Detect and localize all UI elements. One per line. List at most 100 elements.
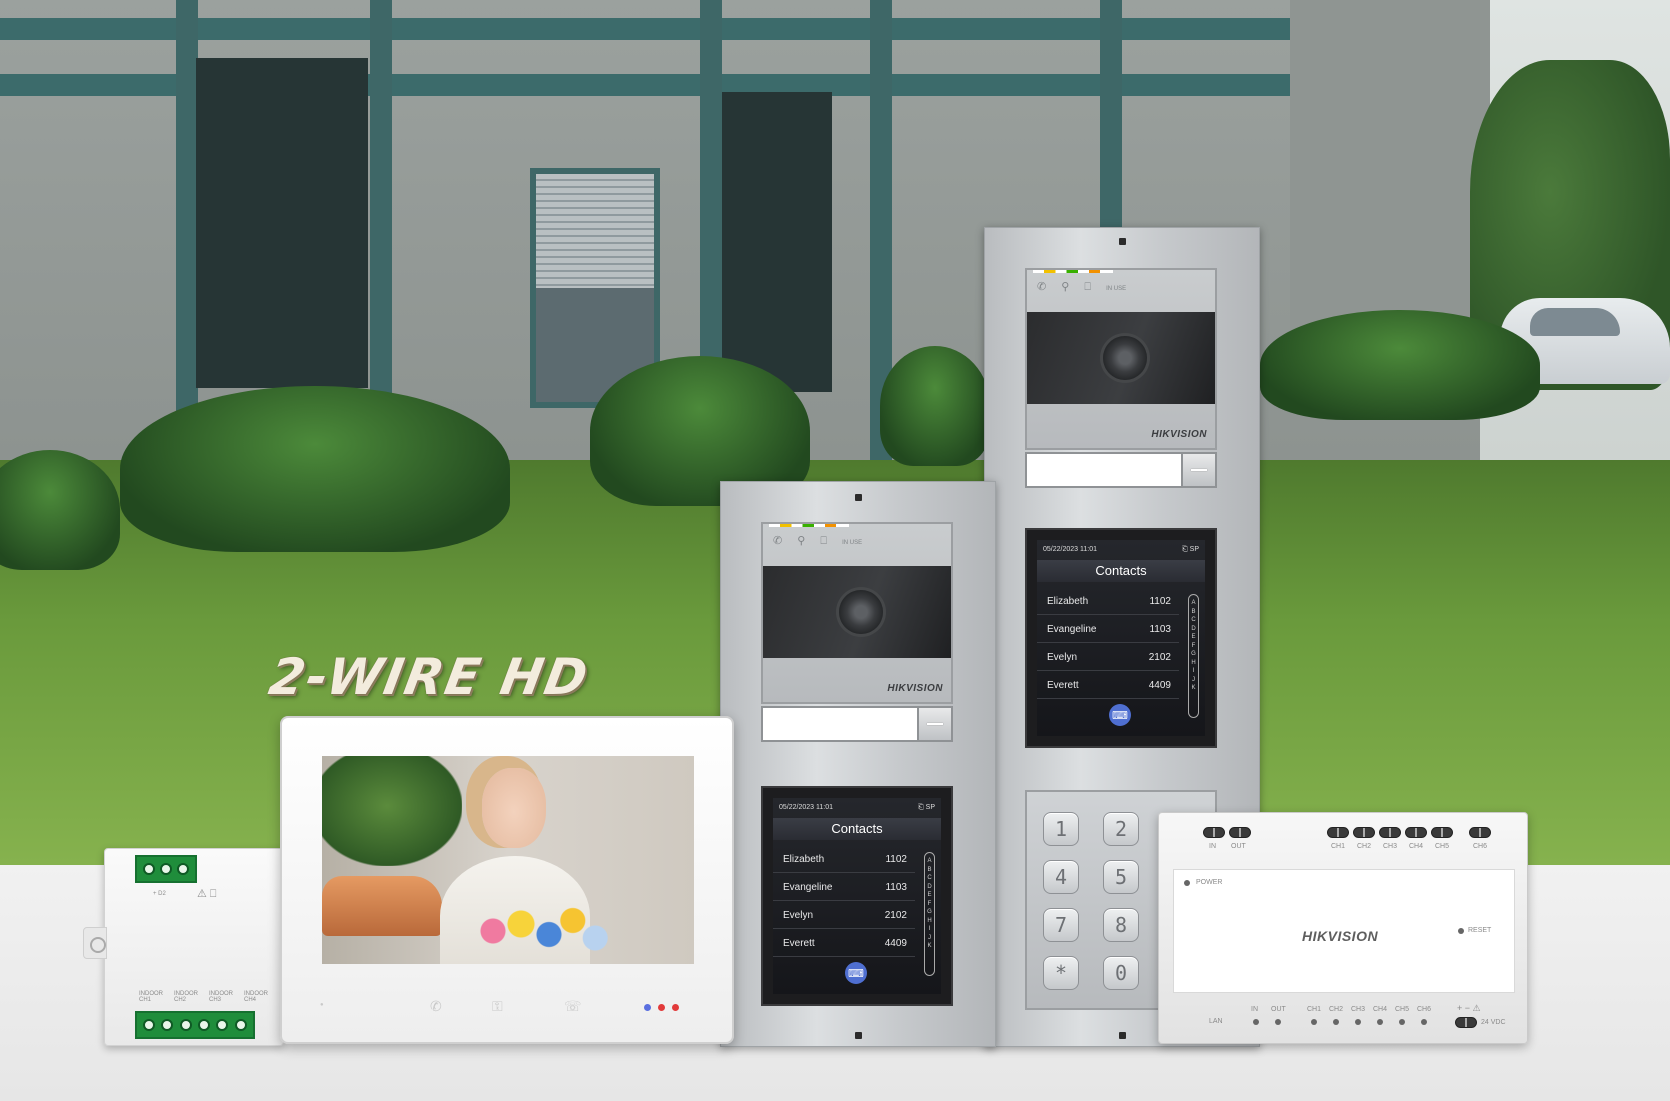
call-button[interactable] [1181,454,1215,486]
channel-led [1399,1019,1405,1025]
alpha-letter: E [1191,634,1196,640]
contacts-screen: 05/22/2023 11:01 ⎗ SP Contacts Elizabeth… [773,798,941,994]
microphone-dot-icon: ● [320,1002,324,1008]
warning-icon: ⚠ ⎕ [197,888,217,900]
polarity-icon: + − ⚠ [1457,1003,1481,1013]
lcd-datetime: 05/22/2023 11:01 [779,804,833,811]
alpha-letter: I [928,926,931,932]
contact-row[interactable]: Elizabeth 1102 [773,846,915,873]
contact-number: 1103 [885,882,907,893]
dip-switch[interactable] [1203,827,1225,838]
camera-window [763,566,951,658]
port-label: IN [1251,1006,1258,1013]
channel-label: CH5 [1435,843,1450,850]
channel-switch[interactable] [1327,827,1349,838]
contact-row[interactable]: Evangeline 1103 [773,874,915,901]
key-star[interactable]: * [1043,956,1079,990]
alpha-letter: J [928,934,931,941]
contact-number: 1102 [885,854,907,865]
key-5[interactable]: 5 [1103,860,1139,894]
alphabet-index[interactable]: A B C D E F G H I J K [1188,594,1199,718]
brand-logo: HIKVISION [887,683,943,694]
port-label: OUT [1271,1006,1286,1013]
keyboard-icon[interactable]: ⌨ [845,962,867,984]
contact-row[interactable]: Elizabeth 1102 [1037,588,1179,615]
reset-label[interactable]: RESET [1468,927,1491,934]
keyboard-icon[interactable]: ⌨ [1109,704,1131,726]
building-trim [0,18,1480,40]
dip-switch[interactable] [1229,827,1251,838]
terminal-screw [234,1019,247,1031]
door-station-short: ✆ ⚲ ⎕ IN USE HIKVISION 05/22/2023 11:01 … [720,481,996,1047]
terminal-screw [143,1019,156,1031]
terminal-screw [179,1019,192,1031]
channel-switch[interactable] [1469,827,1491,838]
channel-label: INDOOR CH3 [209,991,233,1003]
contact-name: Evelyn [783,910,814,921]
call-button[interactable] [917,708,951,740]
channel-label: INDOOR CH4 [244,991,268,1003]
alpha-letter: G [927,909,932,915]
alpha-letter: K [1191,685,1196,691]
alpha-letter: G [1191,651,1196,657]
call-icon[interactable]: ✆ [430,998,442,1015]
voltage-label: 24 VDC [1481,1019,1506,1026]
channel-switch[interactable] [1353,827,1375,838]
nameplate [761,706,953,742]
contact-number: 2102 [884,910,907,921]
channel-led [1377,1019,1383,1025]
power-led [1184,880,1190,886]
alphabet-index[interactable]: A B C D E F G H I J K [924,852,935,976]
contact-row[interactable]: Evelyn 2102 [773,902,915,929]
brand-logo: HIKVISION [1302,928,1379,944]
status-icons-text: ✆ ⚲ ⎕ [1037,281,1097,293]
panel-screw [1119,1032,1126,1039]
channel-label: INDOOR CH1 [139,991,163,1003]
contact-number: 1103 [1149,624,1171,635]
alpha-letter: F [927,900,932,907]
hedge [120,386,510,552]
contact-row[interactable]: Evangeline 1103 [1037,616,1179,643]
key-0[interactable]: 0 [1103,956,1139,990]
key-8[interactable]: 8 [1103,908,1139,942]
unlock-icon[interactable]: ⚿ [492,998,503,1015]
monitor-screen [322,756,694,964]
key-1[interactable]: 1 [1043,812,1079,846]
alpha-letter: C [927,875,932,881]
key-7[interactable]: 7 [1043,908,1079,942]
distributor-right: IN OUT CH1 CH2 CH3 CH4 CH5 CH6 POWER HIK… [1158,812,1528,1044]
alpha-letter: J [1192,676,1195,683]
channel-labels: INDOOR CH1 INDOOR CH2 INDOOR CH3 INDOOR … [139,991,279,1003]
key-4[interactable]: 4 [1043,860,1079,894]
channel-switch[interactable] [1405,827,1427,838]
contact-row[interactable]: Everett 4409 [773,930,915,957]
indoor-monitor: ● ✆ ⚿ ☏ [280,716,734,1044]
channel-switch[interactable] [1379,827,1401,838]
key-2[interactable]: 2 [1103,812,1139,846]
contact-row[interactable]: Evelyn 2102 [1037,644,1179,671]
terminal-label: + D2 [153,891,166,897]
camera-module: ✆ ⚲ ⎕ IN USE HIKVISION [1025,268,1217,450]
alpha-letter: D [1191,625,1196,632]
contact-row[interactable]: Everett 4409 [1037,672,1179,699]
status-led-blue [644,1004,651,1011]
power-input-terminal [1455,1017,1477,1028]
channel-switch[interactable] [1431,827,1453,838]
mounting-tab [83,927,107,959]
contact-name: Evangeline [1047,624,1097,635]
status-icons: ✆ ⚲ ⎕ IN USE [773,534,862,548]
lcd-datetime: 05/22/2023 11:01 [1043,546,1097,553]
port-led [1253,1019,1259,1025]
monitor-touch-keys: ● ✆ ⚿ ☏ [282,998,732,1018]
hangup-icon[interactable]: ☏ [564,998,582,1015]
status-led-red [658,1004,665,1011]
distributor-left: + D2 ⚠ ⎕ INDOOR CH1 INDOOR CH2 INDOOR CH… [83,848,284,1046]
channel-led [1311,1019,1317,1025]
channel-label: CH1 [1331,843,1346,850]
screen-tree [322,756,462,866]
in-use-label: IN USE [1106,286,1127,292]
contact-name: Everett [1047,680,1079,691]
alpha-letter: K [927,943,932,949]
alpha-letter: I [1192,668,1195,674]
alpha-letter: D [927,883,932,890]
